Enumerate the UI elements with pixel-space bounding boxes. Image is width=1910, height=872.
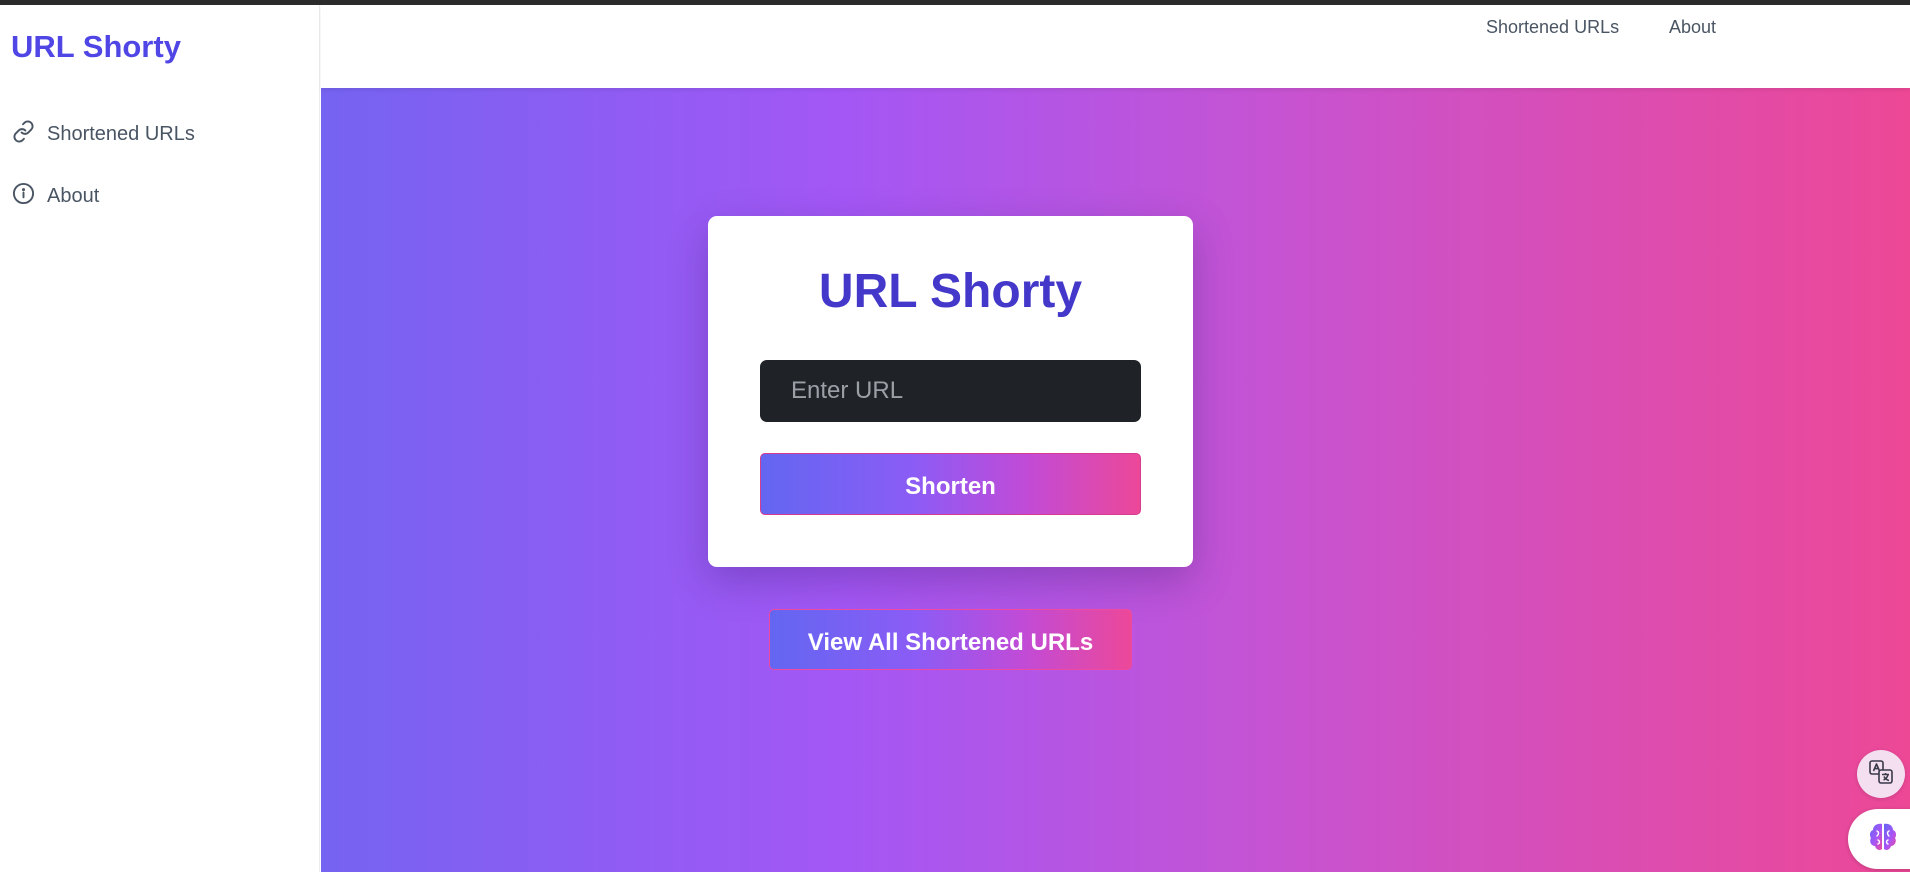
shortener-card: URL Shorty Shorten xyxy=(708,216,1193,567)
brain-icon xyxy=(1866,820,1900,859)
sidebar-item-about[interactable]: About xyxy=(12,181,99,211)
view-all-urls-button[interactable]: View All Shortened URLs xyxy=(769,609,1132,670)
sidebar-item-label: Shortened URLs xyxy=(47,122,195,145)
sidebar-item-label: About xyxy=(47,184,100,207)
page-title: URL Shorty xyxy=(818,265,1083,318)
link-icon xyxy=(12,120,35,149)
brand-logo[interactable]: URL Shorty xyxy=(11,29,181,65)
assistant-widget-button[interactable] xyxy=(1848,809,1910,869)
nav-link-shortened-urls[interactable]: Shortened URLs xyxy=(1486,17,1619,38)
translate-icon xyxy=(1868,759,1894,790)
sidebar-item-shortened-urls[interactable]: Shortened URLs xyxy=(12,119,195,149)
translate-widget-button[interactable] xyxy=(1857,750,1905,798)
shorten-button[interactable]: Shorten xyxy=(760,453,1141,515)
top-navigation: Shortened URLs About xyxy=(321,5,1910,88)
window-top-strip xyxy=(0,0,1910,5)
nav-link-about[interactable]: About xyxy=(1669,17,1716,38)
url-input[interactable] xyxy=(760,360,1141,422)
info-icon xyxy=(12,182,35,211)
sidebar: URL Shorty Shortened URLs About xyxy=(0,5,320,872)
